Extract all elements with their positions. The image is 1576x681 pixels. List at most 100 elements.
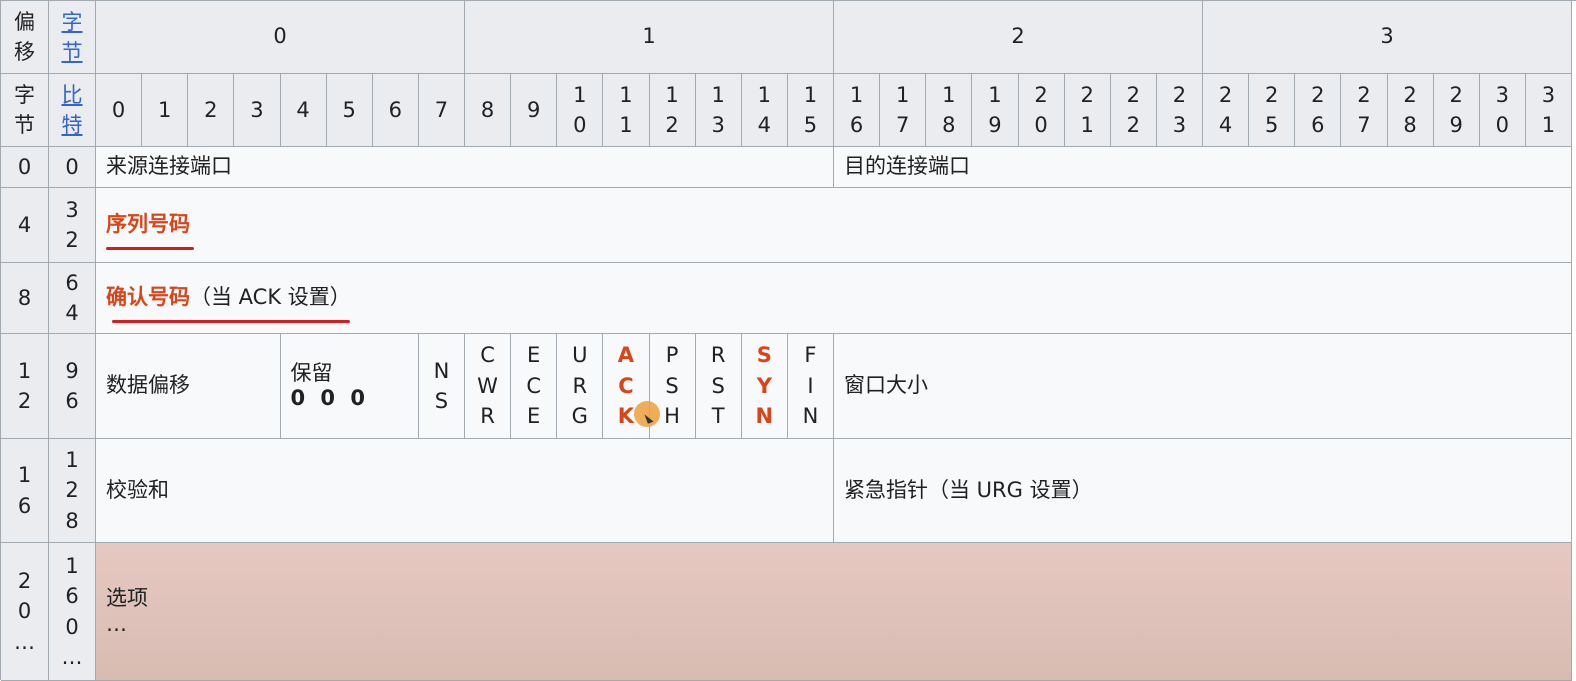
bit-link[interactable]: 特 — [62, 110, 83, 140]
flag-char: F — [804, 343, 817, 368]
field-label: 紧急指针（当 URG 设置） — [844, 477, 1093, 502]
byte-digit: 0 — [17, 599, 32, 624]
flag-char: G — [571, 404, 588, 429]
row-byte-offset: 2 0… — [1, 543, 49, 681]
bit-digit: 1 — [896, 82, 910, 107]
bit-number-header: 10 — [557, 74, 604, 147]
bit-number-header: 19 — [972, 74, 1019, 147]
bit-number-header: 4 — [280, 74, 327, 147]
red-underline — [112, 319, 350, 323]
bit-link-header[interactable]: 比 特 — [49, 74, 96, 147]
bit-digit: 3 — [1541, 82, 1556, 107]
bit-digit: 2 — [65, 478, 79, 503]
octet-label: 0 — [273, 24, 287, 49]
bit-digit: 2 — [1311, 82, 1325, 107]
flag-char: P — [665, 343, 679, 368]
bit-digit: 4 — [296, 97, 310, 122]
bit-digit: 1 — [619, 113, 633, 137]
byte-digit: 2 — [17, 389, 32, 413]
sequence-number-wrap: 序列号码 — [106, 212, 194, 250]
bit-number-header: 13 — [695, 74, 742, 147]
field-label: 来源连接端口 — [106, 154, 232, 179]
bit-digit: 7 — [434, 97, 449, 122]
reserved-bits: 0 0 0 — [290, 386, 369, 410]
bit-digit: 7 — [896, 113, 910, 137]
row-bit-offset: 32 — [49, 188, 96, 263]
flag-char: C — [526, 373, 542, 398]
flag-char: N — [433, 358, 450, 383]
bit-number-header: 5 — [326, 74, 373, 147]
bit-number-header: 20 — [1018, 74, 1065, 147]
flag-char: S — [434, 389, 449, 413]
bit-number-header: 8 — [465, 74, 512, 147]
flag-char: S — [665, 373, 679, 398]
bit-digit: 2 — [1449, 82, 1463, 107]
bit-number-header: 17 — [880, 74, 927, 147]
flag-char: U — [572, 343, 588, 368]
bit-digit: 5 — [803, 113, 818, 137]
offset-header: 偏 移 — [1, 1, 49, 74]
bit-number-header: 12 — [649, 74, 696, 147]
byte-link-header[interactable]: 字 节 — [49, 1, 96, 74]
byte-digit: 1 — [17, 463, 32, 488]
bit-digit: 3 — [65, 197, 79, 222]
bit-digit: 3 — [711, 113, 725, 137]
bit-number-header: 16 — [834, 74, 881, 147]
flag-char: E — [527, 404, 541, 429]
bit-number-header: 14 — [741, 74, 788, 147]
bit-number-header: 6 — [372, 74, 419, 147]
flag-char: R — [572, 373, 588, 398]
bit-digit: 2 — [1126, 113, 1140, 137]
bit-number-header: 30 — [1479, 74, 1526, 147]
options-field: 选项 … — [96, 543, 1572, 681]
bit-digit: 6 — [849, 113, 864, 137]
bit-digit: 6 — [388, 97, 402, 122]
checksum-field: 校验和 — [96, 439, 834, 543]
field-label: 目的连接端口 — [844, 154, 970, 179]
flag-urg: URG — [557, 334, 604, 439]
bit-digit: 1 — [757, 82, 771, 107]
byte-link[interactable]: 字 — [62, 7, 83, 37]
bit-digit: 6 — [65, 270, 79, 295]
row-byte-offset: 16 — [1, 439, 49, 543]
bit-digit: 0 — [573, 113, 587, 137]
window-size-field: 窗口大小 — [834, 334, 1572, 439]
bit-digit: 1 — [1541, 113, 1556, 137]
flag-char: R — [480, 404, 495, 429]
row-bit-offset: 1 2 8 — [49, 439, 96, 543]
bit-digit: 8 — [480, 97, 495, 122]
row-byte-offset: 0 — [1, 147, 49, 188]
bit-digit: 9 — [65, 358, 79, 383]
byte-digit: 4 — [17, 212, 32, 237]
bit-digit: 6 — [65, 389, 79, 413]
bit-number-header: 7 — [418, 74, 465, 147]
bit-digit: 1 — [803, 82, 818, 107]
bit-digit: 5 — [1265, 113, 1279, 137]
header-char: 偏 — [14, 9, 35, 34]
options-label: 选项 — [106, 586, 148, 611]
flag-char: C — [618, 373, 634, 398]
row-bit-offset: 64 — [49, 263, 96, 334]
row-bit-offset: 96 — [49, 334, 96, 439]
octet-label: 1 — [642, 24, 656, 49]
flag-syn: SYN — [741, 334, 788, 439]
bit-digit: 2 — [65, 228, 79, 252]
bit-digit: 8 — [1403, 113, 1417, 137]
flag-char: C — [480, 343, 495, 368]
bit-number-header: 29 — [1433, 74, 1480, 147]
bit-link[interactable]: 比 — [62, 80, 83, 110]
bit-digit: 4 — [757, 113, 771, 137]
bit-number-header: 18 — [926, 74, 973, 147]
flag-char: W — [477, 373, 498, 398]
bit-number-header: 26 — [1295, 74, 1342, 147]
bit-digit: 1 — [619, 82, 633, 107]
ack-number-wrap: 确认号码 — [106, 285, 350, 323]
reserved-label: 保留 — [290, 360, 333, 385]
bit-number-header: 9 — [511, 74, 558, 147]
sequence-number-field: 序列号码 — [96, 188, 1572, 263]
bit-digit: 1 — [1080, 113, 1094, 137]
flag-char: S — [756, 343, 772, 368]
byte-link[interactable]: 节 — [62, 37, 83, 67]
bit-digit: 2 — [1265, 82, 1279, 107]
source-port-field: 来源连接端口 — [96, 147, 834, 188]
